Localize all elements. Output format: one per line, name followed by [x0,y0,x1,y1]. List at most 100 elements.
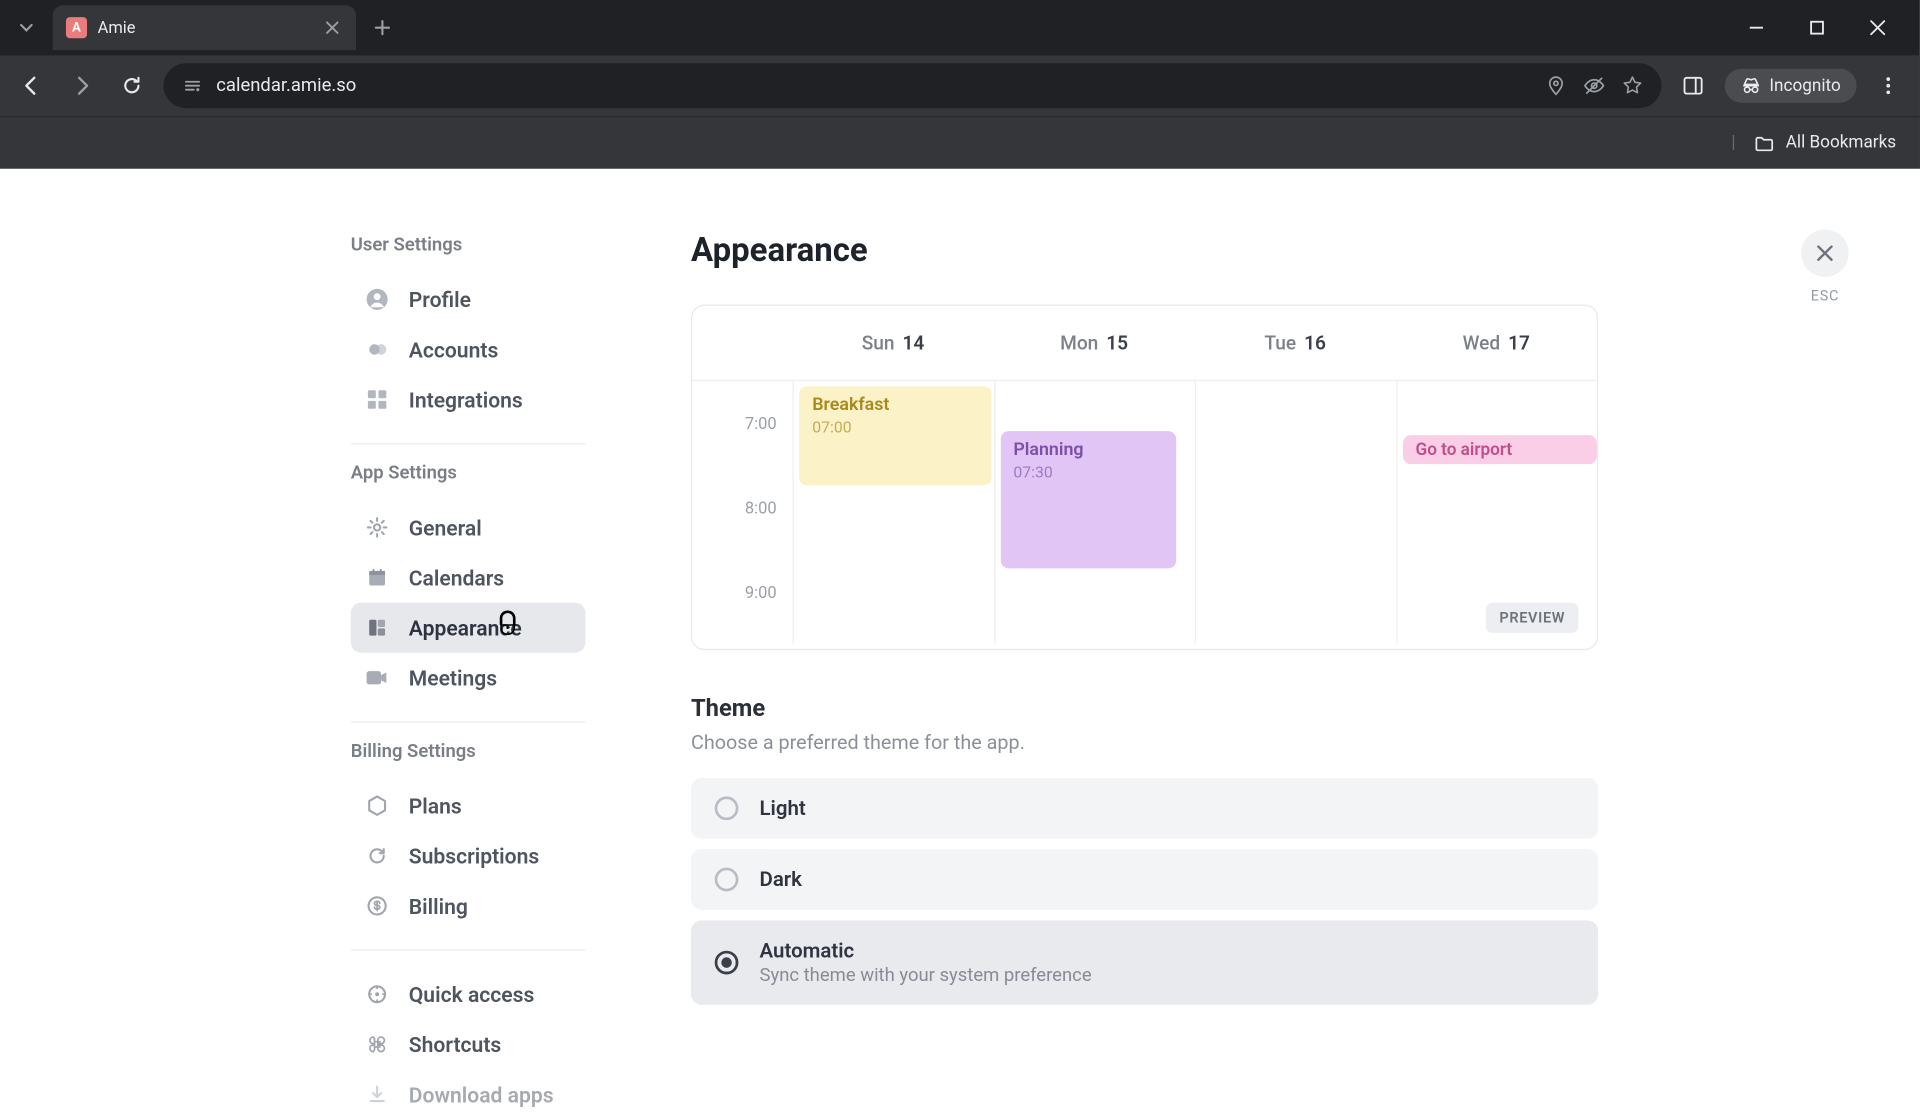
radio-icon [715,868,739,892]
refresh-icon [364,843,390,869]
all-bookmarks-button[interactable]: All Bookmarks [1754,133,1896,154]
sidebar-item-download-apps[interactable]: Download apps [351,1069,586,1119]
bookmarks-label: All Bookmarks [1786,133,1896,153]
time-label: 8:00 [745,499,777,519]
app-root: User Settings Profile Accounts Integrati… [0,169,1920,1080]
sidebar-item-label: Meetings [409,665,497,690]
option-label: Dark [760,868,802,892]
theme-option-dark[interactable]: Dark [691,849,1598,910]
download-icon [364,1081,390,1107]
preview-day: Wed17 [1396,306,1597,380]
divider [351,443,586,444]
option-label: Light [760,796,806,820]
bookmarks-bar: | All Bookmarks [0,116,1920,169]
preview-day: Mon15 [994,306,1195,380]
event-planning: Planning 07:30 [1000,431,1176,568]
sidebar-item-label: Accounts [409,337,499,362]
sidebar-item-integrations[interactable]: Integrations [351,374,586,424]
section-title-app: App Settings [351,463,586,484]
plans-icon [364,792,390,818]
sidebar-item-label: Integrations [409,387,523,412]
tab-favicon: A [66,17,87,38]
site-settings-icon[interactable] [182,75,203,96]
section-title-user: User Settings [351,235,586,256]
sidebar-item-meetings[interactable]: Meetings [351,653,586,703]
calendar-icon [364,564,390,590]
sidebar-item-appearance[interactable]: Appearance [351,603,586,653]
preview-day: Tue16 [1195,306,1396,380]
browser-tab[interactable]: A Amie [53,5,356,50]
tab-strip: A Amie [0,0,1920,55]
event-airport: Go to airport [1402,435,1596,464]
preview-grid: 7:00 8:00 9:00 Breakfast 07:00 Planning … [692,380,1597,644]
sidebar-item-subscriptions[interactable]: Subscriptions [351,831,586,881]
address-bar[interactable]: calendar.amie.so [164,63,1662,108]
close-button[interactable] [1801,229,1848,276]
sidebar-item-label: Billing [409,893,468,918]
integrations-icon [364,386,390,412]
sidepanel-icon[interactable] [1674,67,1711,104]
theme-subtitle: Choose a preferred theme for the app. [691,731,1851,755]
sidebar-item-accounts[interactable]: Accounts [351,324,586,374]
eye-off-icon[interactable] [1582,74,1606,98]
nav-reload-button[interactable] [113,67,150,104]
window-controls [1738,9,1912,46]
divider [351,721,586,722]
theme-option-light[interactable]: Light [691,778,1598,839]
divider [351,949,586,950]
nav-forward-button[interactable] [63,67,100,104]
star-icon[interactable] [1622,75,1643,96]
incognito-chip[interactable]: Incognito [1725,69,1857,103]
tab-search-dropdown[interactable] [8,9,45,46]
event-breakfast: Breakfast 07:00 [799,386,991,485]
settings-main: Appearance ESC Sun14 Mon15 Tue16 Wed17 7… [622,169,1920,1080]
window-maximize-icon[interactable] [1799,9,1836,46]
browser-toolbar: calendar.amie.so Incognito [0,55,1920,116]
palette-icon [364,614,390,640]
tab-title: Amie [98,18,312,38]
location-icon[interactable] [1545,75,1566,96]
preview-col-sun: Breakfast 07:00 [792,381,993,643]
video-icon [364,665,390,691]
page-title: Appearance [691,232,1851,270]
sidebar-item-general[interactable]: General [351,502,586,552]
radio-icon [715,951,739,975]
sidebar-item-billing[interactable]: Billing [351,881,586,931]
sidebar-item-quick-access[interactable]: Quick access [351,969,586,1019]
sidebar-item-label: Profile [409,287,471,312]
browser-chrome: A Amie calendar.amie.so [0,0,1920,169]
section-title-billing: Billing Settings [351,741,586,762]
theme-options: Light Dark Automatic Sync theme with you… [691,778,1598,1005]
close-label: ESC [1801,287,1848,304]
sidebar-item-label: Plans [409,793,462,818]
window-close-icon[interactable] [1859,9,1896,46]
sidebar-item-label: Calendars [409,565,504,590]
close-panel: ESC [1801,229,1848,304]
sidebar-item-label: Appearance [409,615,522,640]
sidebar-item-label: Quick access [409,982,535,1007]
sidebar-item-calendars[interactable]: Calendars [351,552,586,602]
preview-time-gutter: 7:00 8:00 9:00 [692,381,792,643]
window-minimize-icon[interactable] [1738,9,1775,46]
preview-col-tue [1195,381,1396,643]
profile-icon [364,286,390,312]
tab-close-icon[interactable] [322,17,343,38]
sidebar-item-plans[interactable]: Plans [351,781,586,831]
radio-icon [715,796,739,820]
command-icon [364,1031,390,1057]
sidebar-item-label: Subscriptions [409,843,539,868]
incognito-icon [1740,75,1761,96]
accounts-icon [364,336,390,362]
browser-menu-icon[interactable] [1870,67,1907,104]
theme-option-automatic[interactable]: Automatic Sync theme with your system pr… [691,920,1598,1004]
new-tab-button[interactable] [364,9,401,46]
sidebar-item-label: Shortcuts [409,1032,502,1057]
folder-icon [1754,133,1775,154]
time-label: 7:00 [745,415,777,435]
sidebar-item-profile[interactable]: Profile [351,274,586,324]
incognito-label: Incognito [1769,76,1840,96]
theme-preview-card: Sun14 Mon15 Tue16 Wed17 7:00 8:00 9:00 B… [691,305,1598,650]
preview-badge: PREVIEW [1486,603,1578,633]
sidebar-item-shortcuts[interactable]: Shortcuts [351,1019,586,1069]
nav-back-button[interactable] [13,67,50,104]
